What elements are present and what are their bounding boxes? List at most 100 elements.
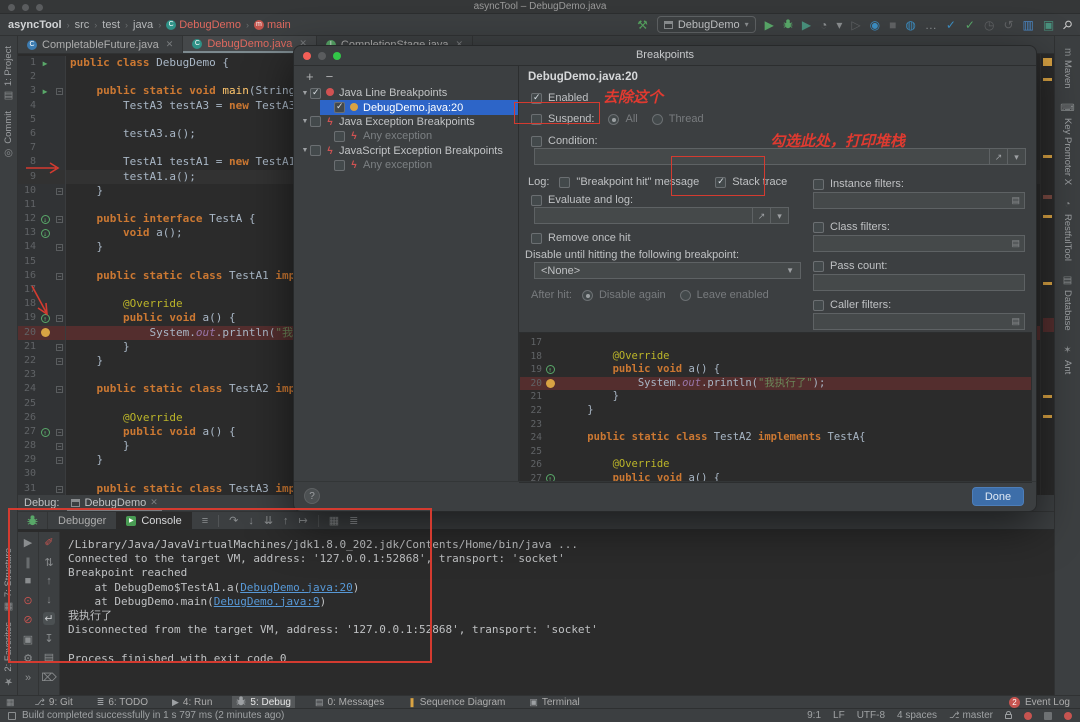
toolbar-item-5-debug[interactable]: 5: Debug	[232, 696, 295, 709]
step-into-icon[interactable]: ↓	[248, 515, 254, 527]
sidebar-item-restfultool[interactable]: ◔RestfulTool	[1062, 199, 1073, 261]
caller-filters-input[interactable]: ▤	[813, 313, 1025, 330]
disable-again-radio[interactable]	[582, 290, 593, 301]
file-encoding[interactable]: UTF-8	[857, 710, 885, 721]
scroll-down-icon[interactable]: ↓	[46, 594, 52, 606]
step-out-icon[interactable]: ↑	[283, 515, 289, 527]
run-to-cursor-icon[interactable]: ↦	[299, 514, 308, 527]
scroll-mark[interactable]	[1043, 155, 1052, 158]
chevron-down-icon[interactable]: ▾	[1007, 149, 1025, 164]
disable-until-select[interactable]: <None> ▼	[534, 262, 801, 279]
run-disabled-icon[interactable]: ▷	[851, 18, 860, 32]
fold-marker[interactable]: −	[54, 84, 66, 98]
class-filters-checkbox[interactable]	[813, 222, 824, 233]
commit-check-icon[interactable]: ✓	[965, 18, 975, 32]
browser-icon[interactable]: ◍	[905, 18, 915, 32]
chevron-down-icon[interactable]: ▾	[770, 208, 788, 223]
search-everywhere-icon[interactable]: ⚲	[1060, 16, 1076, 32]
fold-marker[interactable]: −	[54, 340, 66, 354]
enabled-checkbox[interactable]	[531, 93, 542, 104]
close-icon[interactable]: ✕	[166, 39, 174, 50]
debug-tab-console[interactable]: ▶Console	[116, 512, 191, 529]
breakpoint-tree-item[interactable]: ▼ϟJava Exception Breakpoints	[294, 115, 518, 129]
toolbar-item-terminal[interactable]: ▣Terminal	[525, 696, 583, 709]
soft-wrap-icon[interactable]: ↵	[43, 612, 54, 625]
tree-item-checkbox[interactable]	[310, 145, 321, 156]
resume-icon[interactable]: ∥	[25, 556, 31, 569]
sidebar-item-ant[interactable]: ✶Ant	[1062, 345, 1073, 374]
tab-completablefuture-java[interactable]: CCompletableFuture.java✕	[18, 36, 183, 53]
rerun-icon[interactable]: ▶	[24, 536, 32, 549]
class-filters-input[interactable]: ▤	[813, 235, 1025, 252]
breadcrumb-item[interactable]: asyncTool	[8, 19, 62, 31]
coverage-icon[interactable]: ▶	[802, 18, 811, 32]
fold-marker[interactable]: −	[54, 184, 66, 198]
scroll-mark[interactable]	[1043, 215, 1052, 218]
suspend-all-radio[interactable]	[608, 114, 619, 125]
sidebar-item-1-project[interactable]: ▤1: Project	[3, 46, 14, 101]
fold-marker[interactable]: −	[54, 212, 66, 226]
sort-icon[interactable]: ⇅	[44, 556, 53, 569]
step-over-icon[interactable]: ↷	[229, 514, 238, 527]
thread-dump-icon[interactable]: ▣	[23, 633, 33, 646]
run-configuration-select[interactable]: DebugDemo ▾	[657, 16, 756, 33]
sidebar-item-2-favorites[interactable]: ★2: Favorites	[3, 622, 14, 687]
help-button[interactable]: ?	[304, 488, 320, 504]
add-breakpoint-button[interactable]: +	[306, 69, 314, 84]
fold-marker[interactable]: −	[54, 453, 66, 467]
profiler-dropdown-icon[interactable]: ▾	[836, 18, 842, 32]
sidebar-item-maven[interactable]: mMaven	[1062, 48, 1073, 89]
stack-trace-checkbox[interactable]	[715, 177, 726, 188]
print-icon[interactable]: ▤	[44, 651, 54, 664]
breakpoint-tree-item[interactable]: ϟAny exception	[294, 158, 518, 172]
folder-icon[interactable]: ▤	[1011, 195, 1024, 206]
project-structure-icon[interactable]: ▥	[1023, 18, 1034, 32]
close-icon[interactable]: ✕	[150, 497, 158, 508]
fold-marker[interactable]: −	[54, 482, 66, 495]
scroll-mark[interactable]	[1043, 78, 1052, 81]
fold-marker[interactable]: −	[54, 354, 66, 368]
sidebar-item-database[interactable]: ▤Database	[1062, 275, 1073, 331]
breakpoint-tree-item[interactable]: ϟAny exception	[294, 129, 518, 143]
undo-icon[interactable]: ↺	[1003, 18, 1013, 32]
build-hammer-icon[interactable]: ⚒	[637, 18, 648, 32]
condition-checkbox[interactable]	[531, 136, 542, 147]
tool-windows-icon[interactable]: ▣	[1043, 18, 1054, 32]
expander-icon[interactable]: ▼	[300, 147, 310, 154]
fold-marker[interactable]: −	[54, 240, 66, 254]
pass-count-checkbox[interactable]	[813, 261, 824, 272]
view-breakpoints-icon[interactable]: ⊙	[23, 594, 32, 607]
breakpoint-tree-item[interactable]: ▼ϟJavaScript Exception Breakpoints	[294, 144, 518, 158]
profiler-icon[interactable]: ◔	[820, 18, 827, 32]
folder-icon[interactable]: ▤	[1011, 316, 1024, 327]
scroll-mark[interactable]	[1043, 415, 1052, 418]
indent-setting[interactable]: 4 spaces	[897, 710, 937, 721]
sidebar-item-7-structure[interactable]: ▦7: Structure	[3, 548, 14, 612]
more-icon[interactable]: …	[925, 18, 937, 32]
event-log-button[interactable]: 2 Event Log	[1009, 697, 1070, 708]
mute-breakpoints-icon[interactable]: ⊘	[23, 613, 32, 626]
instance-filters-input[interactable]: ▤	[813, 192, 1025, 209]
breakpoint-hit-checkbox[interactable]	[559, 177, 570, 188]
caller-filters-checkbox[interactable]	[813, 300, 824, 311]
tool-switcher-icon[interactable]: ▦	[6, 697, 15, 708]
breakpoint-tree-item[interactable]: DebugDemo.java:20	[294, 100, 518, 114]
tree-item-checkbox[interactable]	[310, 116, 321, 127]
folder-icon[interactable]: ▤	[1011, 238, 1024, 249]
notification-icon[interactable]	[1064, 712, 1072, 720]
suspend-checkbox[interactable]	[531, 114, 542, 125]
suspend-thread-radio[interactable]	[652, 114, 663, 125]
force-step-into-icon[interactable]: ⇊	[264, 514, 273, 527]
tree-item-checkbox[interactable]	[334, 131, 345, 142]
toolbar-item-6-todo[interactable]: ≣6: TODO	[93, 696, 152, 709]
evaluate-checkbox[interactable]	[531, 195, 542, 206]
pass-count-input[interactable]	[813, 274, 1025, 291]
remove-once-checkbox[interactable]	[531, 233, 542, 244]
console-link[interactable]: DebugDemo.java:20	[240, 581, 353, 594]
evaluate-expression-icon[interactable]: ▦	[329, 514, 339, 527]
evaluate-input[interactable]: ↗ ▾	[534, 207, 789, 224]
scroll-mark[interactable]	[1043, 318, 1054, 332]
hector-icon[interactable]	[1044, 712, 1052, 720]
trace-icon[interactable]: ≣	[349, 514, 358, 527]
debug-session-tab[interactable]: DebugDemo ✕	[67, 495, 161, 511]
